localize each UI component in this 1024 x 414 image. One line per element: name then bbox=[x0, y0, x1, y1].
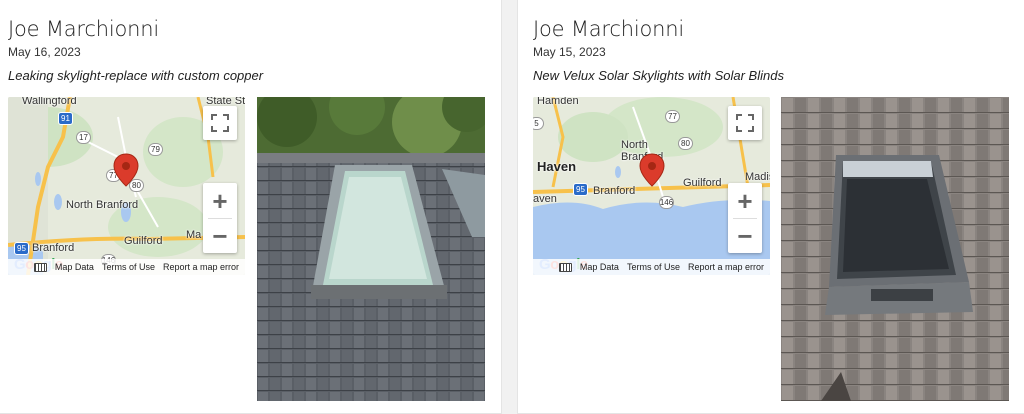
map-label: aven bbox=[533, 193, 557, 205]
route-shield: 95 bbox=[573, 183, 588, 196]
route-shield: 77 bbox=[665, 110, 680, 123]
map-data-link[interactable]: Map Data bbox=[580, 262, 619, 272]
map-label: Haven bbox=[537, 159, 577, 174]
author-name: Joe Marchionni bbox=[533, 17, 684, 41]
location-map[interactable]: Wallingford State St North Branford Bran… bbox=[8, 97, 245, 275]
location-map[interactable]: Hamden Haven North Branford Branford Gui… bbox=[533, 97, 770, 275]
map-pin-icon[interactable] bbox=[113, 153, 139, 187]
zoom-out-button[interactable]: − bbox=[728, 219, 762, 253]
terms-link[interactable]: Terms of Use bbox=[102, 262, 155, 272]
route-shield: 79 bbox=[148, 143, 163, 156]
map-pin-icon[interactable] bbox=[639, 153, 665, 187]
project-card: Joe Marchionni May 16, 2023 Leaking skyl… bbox=[0, 0, 502, 414]
plus-icon: + bbox=[212, 185, 228, 216]
fullscreen-icon bbox=[736, 114, 754, 132]
map-attribution: Map Data Terms of Use Report a map error bbox=[8, 259, 245, 275]
fullscreen-button[interactable] bbox=[203, 106, 237, 140]
project-description: New Velux Solar Skylights with Solar Bli… bbox=[533, 68, 784, 83]
map-label: Wallingford bbox=[22, 97, 77, 107]
map-label: Branford bbox=[32, 242, 75, 254]
project-card: Joe Marchionni May 15, 2023 New Velux So… bbox=[517, 0, 1024, 414]
minus-icon: − bbox=[212, 220, 228, 251]
map-label: Hamden bbox=[537, 97, 579, 107]
map-label: Ma bbox=[186, 229, 202, 241]
map-label: Guilford bbox=[124, 235, 163, 247]
map-label: Guilford bbox=[683, 177, 722, 189]
map-label: North Branford bbox=[66, 199, 139, 211]
skylight-photo bbox=[257, 97, 485, 401]
project-photo[interactable] bbox=[781, 97, 1009, 401]
project-description: Leaking skylight-replace with custom cop… bbox=[8, 68, 264, 83]
fullscreen-icon bbox=[211, 114, 229, 132]
report-error-link[interactable]: Report a map error bbox=[688, 262, 764, 272]
route-shield: 146 bbox=[659, 196, 674, 209]
post-date: May 16, 2023 bbox=[8, 45, 81, 59]
terms-link[interactable]: Terms of Use bbox=[627, 262, 680, 272]
keyboard-icon[interactable] bbox=[33, 262, 47, 272]
minus-icon: − bbox=[737, 220, 753, 251]
zoom-control: + − bbox=[203, 183, 237, 253]
map-data-link[interactable]: Map Data bbox=[55, 262, 94, 272]
post-date: May 15, 2023 bbox=[533, 45, 606, 59]
plus-icon: + bbox=[737, 185, 753, 216]
map-attribution: Map Data Terms of Use Report a map error bbox=[533, 259, 770, 275]
zoom-in-button[interactable]: + bbox=[203, 184, 237, 218]
fullscreen-button[interactable] bbox=[728, 106, 762, 140]
map-label: Branford bbox=[593, 185, 636, 197]
zoom-control: + − bbox=[728, 183, 762, 253]
project-photo[interactable] bbox=[257, 97, 485, 401]
report-error-link[interactable]: Report a map error bbox=[163, 262, 239, 272]
zoom-out-button[interactable]: − bbox=[203, 219, 237, 253]
skylight-photo bbox=[781, 97, 1009, 401]
route-shield: 95 bbox=[14, 242, 29, 255]
route-shield: 17 bbox=[76, 131, 91, 144]
page: Joe Marchionni May 16, 2023 Leaking skyl… bbox=[0, 0, 1024, 414]
route-shield: 91 bbox=[58, 112, 73, 125]
route-shield: 80 bbox=[678, 137, 693, 150]
map-label: Madis bbox=[745, 171, 770, 183]
author-name: Joe Marchionni bbox=[8, 17, 159, 41]
zoom-in-button[interactable]: + bbox=[728, 184, 762, 218]
keyboard-icon[interactable] bbox=[558, 262, 572, 272]
